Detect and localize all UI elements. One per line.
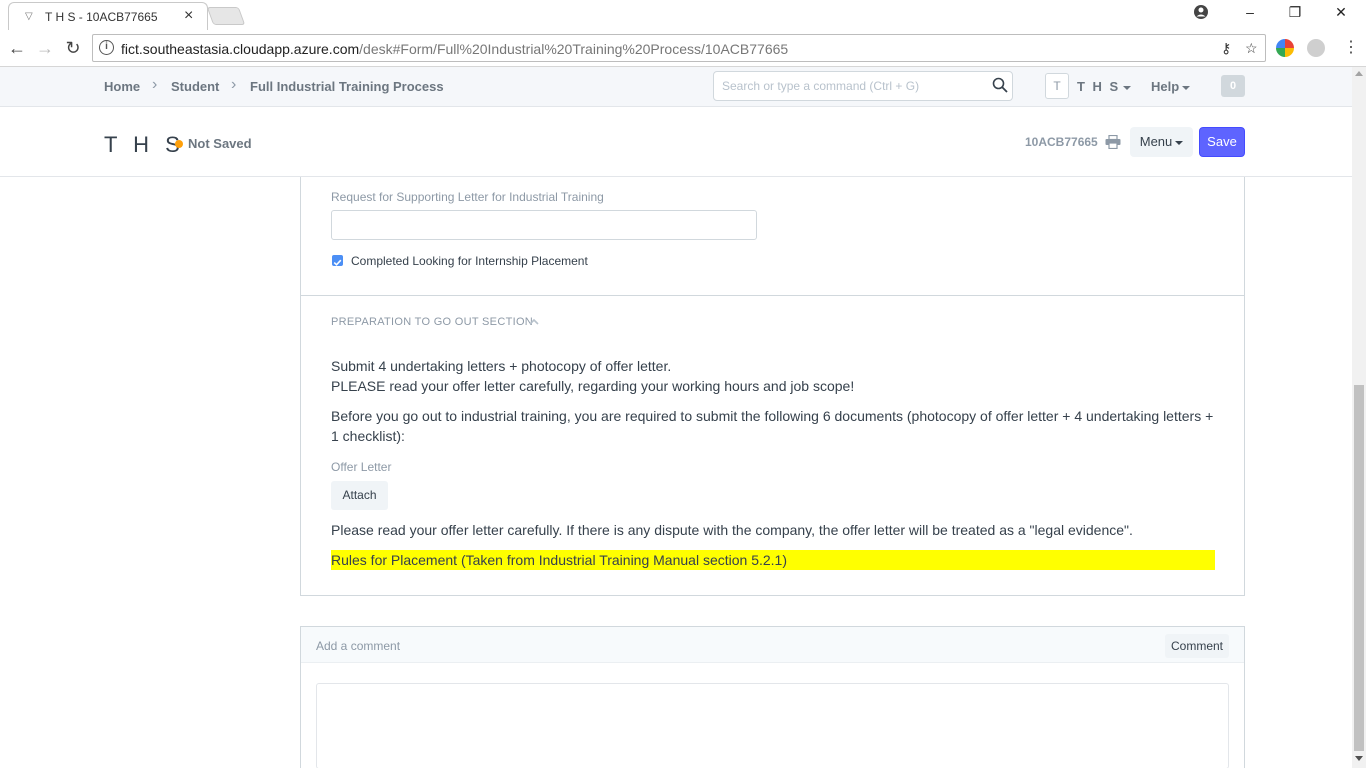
- comment-title: Add a comment: [316, 639, 401, 653]
- extension-icon[interactable]: [1276, 39, 1294, 57]
- favicon-icon: ▽: [25, 11, 33, 22]
- breadcrumb-doctype[interactable]: Full Industrial Training Process: [250, 79, 444, 94]
- section-divider: [301, 295, 1244, 296]
- reload-icon[interactable]: ↻: [62, 37, 84, 59]
- avatar[interactable]: T: [1045, 73, 1069, 99]
- info-icon[interactable]: i: [99, 40, 114, 55]
- minimize-icon[interactable]: –: [1240, 4, 1260, 24]
- section-heading[interactable]: PREPARATION TO GO OUT SECTION: [331, 316, 533, 328]
- attach-button[interactable]: Attach: [331, 481, 388, 510]
- print-icon[interactable]: [1105, 135, 1121, 149]
- documents-paragraph: Before you go out to industrial training…: [331, 408, 1214, 444]
- caret-down-icon: [1123, 85, 1132, 90]
- address-bar[interactable]: i fict.southeastasia.cloudapp.azure.com/…: [92, 34, 1266, 62]
- back-icon[interactable]: ←: [6, 37, 28, 59]
- url-text: fict.southeastasia.cloudapp.azure.com/de…: [121, 41, 789, 57]
- save-button[interactable]: Save: [1199, 127, 1245, 157]
- status-dot-icon: [175, 140, 183, 148]
- breadcrumb-chevron-icon: ›: [152, 76, 158, 93]
- new-tab-button[interactable]: [206, 7, 246, 25]
- intro-text: Submit 4 undertaking letters + photocopy…: [331, 358, 855, 394]
- chevron-up-icon[interactable]: [528, 317, 540, 327]
- supporting-letter-label: Request for Supporting Letter for Indust…: [331, 190, 604, 204]
- browser-tab[interactable]: ▽ T H S - 10ACB77665 ×: [8, 2, 208, 30]
- close-tab-icon[interactable]: ×: [184, 7, 193, 25]
- screen: ▽ T H S - 10ACB77665 × – ❐ ✕ ← → ↻ i fic…: [0, 0, 1366, 768]
- completed-placement-label: Completed Looking for Internship Placeme…: [351, 254, 588, 268]
- browser-toolbar: ← → ↻ i fict.southeastasia.cloudapp.azur…: [0, 30, 1366, 67]
- caret-down-icon: [1175, 140, 1184, 145]
- scrollbar[interactable]: [1352, 67, 1366, 768]
- supporting-letter-field[interactable]: [331, 210, 757, 240]
- browser-tabstrip: ▽ T H S - 10ACB77665 × – ❐ ✕: [0, 0, 1366, 30]
- app-navbar: Home › Student › Full Industrial Trainin…: [0, 67, 1352, 107]
- search-input[interactable]: [722, 77, 982, 95]
- scroll-up-icon[interactable]: [1355, 71, 1363, 76]
- status-badge: Not Saved: [188, 136, 252, 151]
- forward-icon[interactable]: →: [34, 37, 56, 59]
- breadcrumb-home[interactable]: Home: [104, 79, 140, 94]
- browser-menu-icon[interactable]: ⋮: [1340, 37, 1362, 59]
- comment-card: Add a comment Comment: [300, 626, 1245, 768]
- dispute-paragraph: Please read your offer letter carefully.…: [331, 522, 1133, 538]
- extension-gear-icon[interactable]: [1307, 39, 1325, 57]
- bookmark-star-icon[interactable]: ☆: [1245, 40, 1258, 57]
- caret-down-icon: [1182, 85, 1191, 90]
- comment-button[interactable]: Comment: [1165, 634, 1229, 658]
- comment-header: Add a comment Comment: [301, 627, 1244, 663]
- help-dropdown[interactable]: Help: [1151, 79, 1191, 94]
- awesome-bar[interactable]: [713, 71, 1013, 101]
- restore-icon[interactable]: ❐: [1285, 4, 1305, 24]
- close-window-icon[interactable]: ✕: [1331, 4, 1351, 24]
- completed-placement-checkbox[interactable]: [332, 255, 343, 266]
- checkmark-icon: [333, 259, 342, 266]
- menu-button[interactable]: Menu: [1130, 127, 1193, 157]
- rules-highlight: Rules for Placement (Taken from Industri…: [331, 550, 1215, 570]
- form-card: Request for Supporting Letter for Indust…: [300, 177, 1245, 596]
- page-title: T H S: [104, 132, 185, 157]
- page-head: T H S Not Saved 10ACB77665 Menu Save: [0, 107, 1352, 177]
- breadcrumb-student[interactable]: Student: [171, 79, 219, 94]
- scroll-down-icon[interactable]: [1355, 756, 1363, 761]
- breadcrumb-chevron-icon: ›: [231, 76, 237, 93]
- user-dropdown[interactable]: T H S: [1077, 79, 1132, 94]
- notification-badge[interactable]: 0: [1221, 75, 1245, 97]
- search-icon[interactable]: [992, 77, 1008, 93]
- offer-letter-label: Offer Letter: [331, 460, 392, 474]
- scrollbar-thumb[interactable]: [1354, 385, 1364, 751]
- comment-input[interactable]: [316, 683, 1229, 768]
- tab-title: T H S - 10ACB77665: [45, 10, 158, 24]
- key-icon[interactable]: ⚷: [1221, 40, 1231, 57]
- profile-icon[interactable]: [1191, 4, 1211, 24]
- doc-name: 10ACB77665: [1025, 135, 1098, 149]
